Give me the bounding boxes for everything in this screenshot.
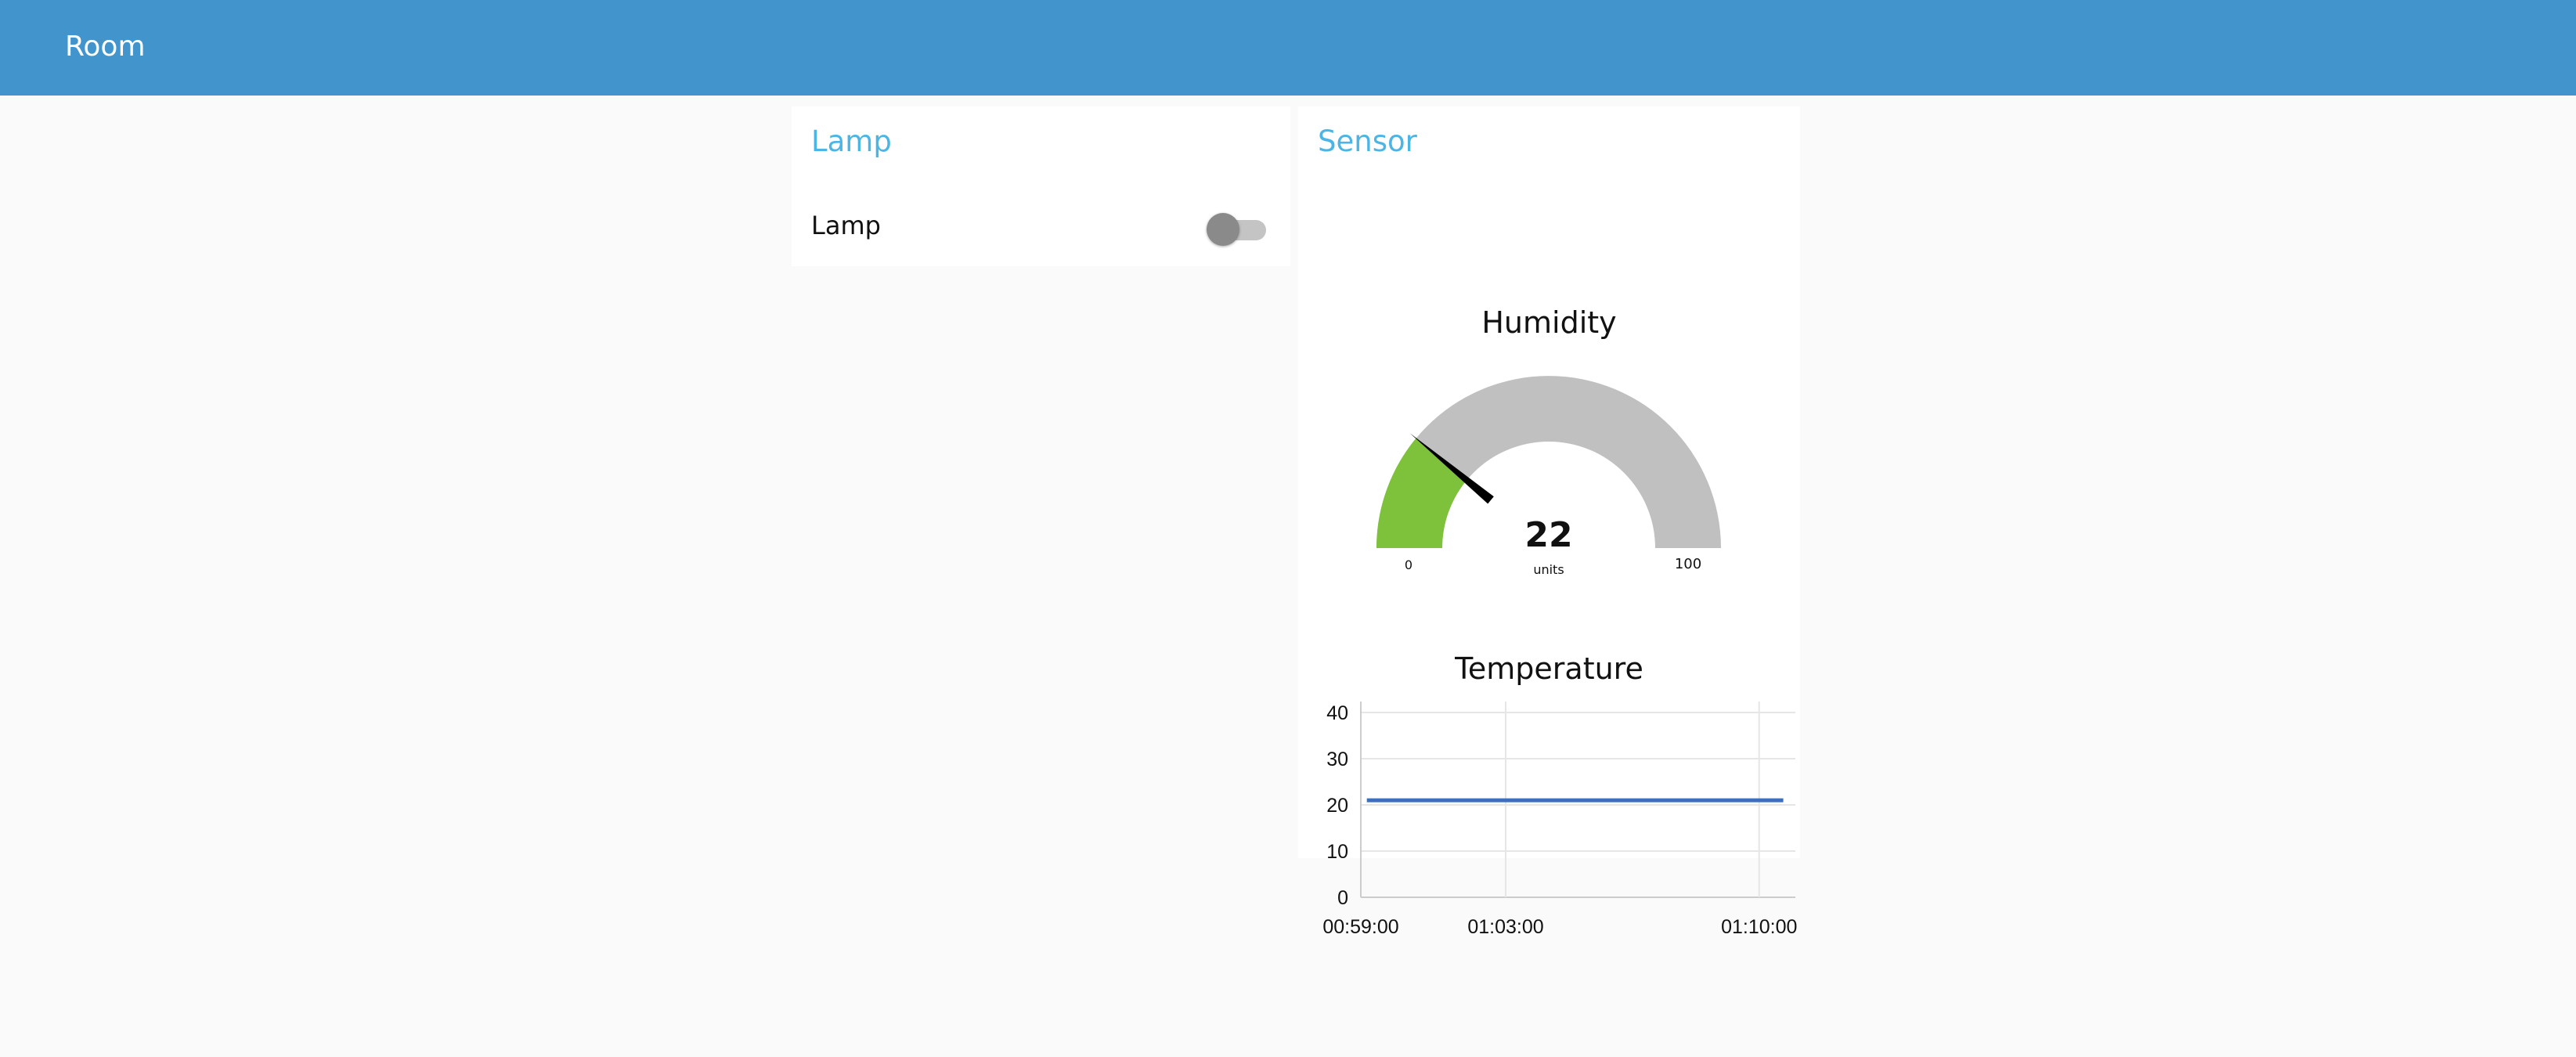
- gauge-value-text: 22: [1524, 515, 1572, 555]
- x-tick-label: 01:03:00: [1467, 916, 1543, 936]
- sensor-group-card: Sensor Humidity 22 units 0 100 Temperatu…: [1298, 106, 1800, 936]
- gauge-min-label: 0: [1405, 557, 1412, 572]
- lamp-toggle-switch[interactable]: [1207, 212, 1273, 247]
- chart-y-axis: 0 10 20 30 40: [1326, 702, 1348, 909]
- x-tick-label: 00:59:00: [1322, 916, 1398, 936]
- switch-knob[interactable]: [1207, 213, 1239, 246]
- temperature-line-chart: 0 10 20 30 40 00:59:00 01:03:00 01:10:00: [1322, 702, 1797, 936]
- top-bar: Room: [0, 0, 2576, 96]
- lamp-group-card: Lamp Lamp: [792, 106, 1290, 266]
- lamp-switch-label: Lamp: [811, 211, 881, 240]
- chart-x-axis: 00:59:00 01:03:00 01:10:00: [1322, 916, 1797, 936]
- y-tick-label: 0: [1337, 887, 1348, 909]
- sensor-group-title: Sensor: [1318, 124, 1417, 158]
- x-tick-label: 01:10:00: [1721, 916, 1797, 936]
- y-tick-label: 10: [1326, 841, 1348, 863]
- gauge-units-label: units: [1533, 562, 1564, 577]
- y-tick-label: 30: [1326, 749, 1348, 770]
- y-tick-label: 40: [1326, 702, 1348, 724]
- humidity-gauge: 22 units 0 100: [1376, 376, 1721, 577]
- gauge-max-label: 100: [1675, 556, 1701, 572]
- y-tick-label: 20: [1326, 795, 1348, 817]
- lamp-group-title: Lamp: [811, 124, 892, 158]
- page-title: Room: [65, 31, 146, 63]
